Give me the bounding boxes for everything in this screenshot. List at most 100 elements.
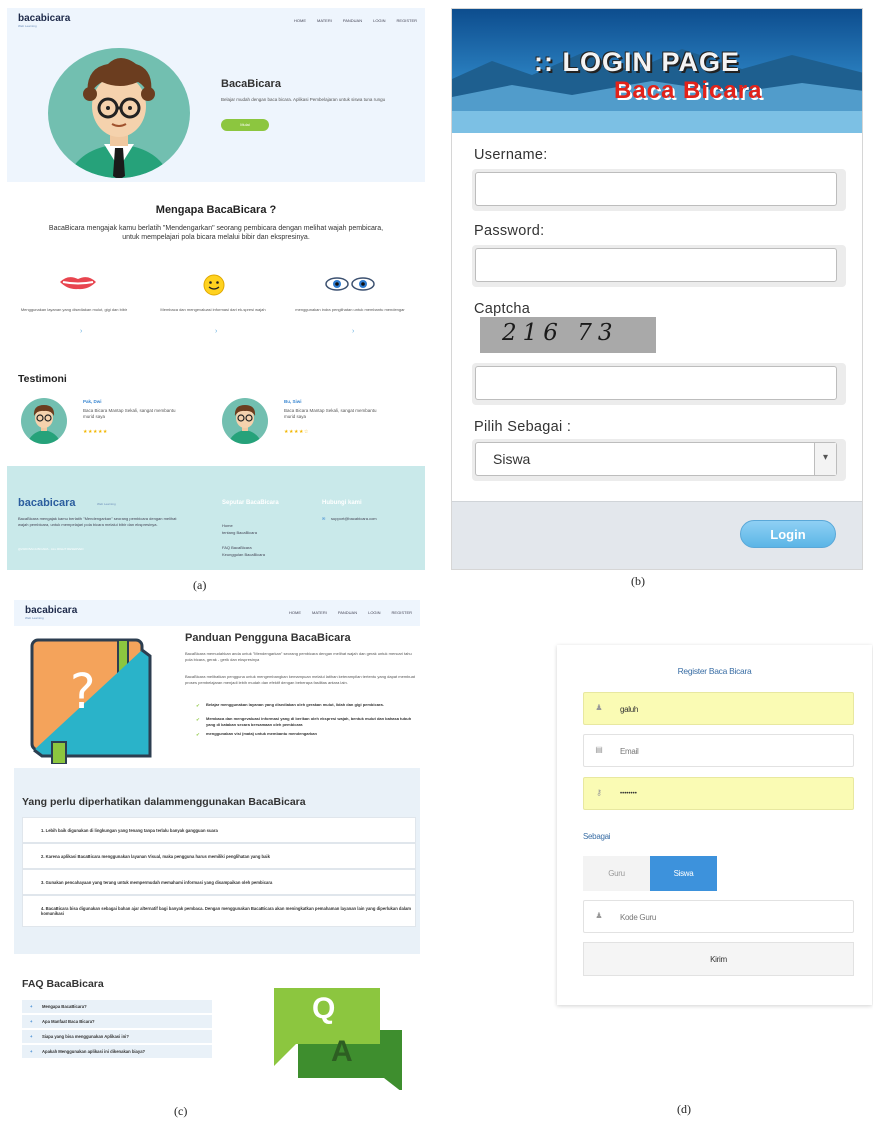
plus-icon: + bbox=[30, 1034, 33, 1039]
user-icon: ♟ bbox=[595, 911, 603, 920]
hero-title: BacaBicara bbox=[221, 78, 281, 90]
guide-nav-login[interactable]: LOGIN bbox=[368, 610, 380, 615]
key-icon: ⚷ bbox=[596, 788, 602, 797]
testimonial-text-1: Baca Bicara Mantap Sekali, sangat memban… bbox=[83, 408, 176, 419]
attention-item-2: 2. Karena aplikasi BacaBicara menggunaka… bbox=[22, 843, 416, 869]
check-icon-3: ✔ bbox=[196, 732, 200, 737]
guide-navbar: bacabicara Web Learning HOME MATERI PAND… bbox=[14, 600, 420, 626]
chevron-down-icon[interactable]: ▾ bbox=[814, 443, 836, 475]
login-page-screenshot: :: LOGIN PAGE Baca Bicara Username: Pass… bbox=[451, 8, 863, 570]
role-selected-value: Siswa bbox=[493, 451, 531, 467]
role-select[interactable]: Siswa ▾ bbox=[475, 442, 837, 476]
guide-nav-register[interactable]: REGISTER bbox=[392, 610, 412, 615]
testimonial-name-2: Bu, Siwi bbox=[284, 399, 302, 404]
faq-item-4[interactable]: + Apakah Menggunakan aplikasi ini dikenak… bbox=[22, 1045, 212, 1058]
nav-register[interactable]: REGISTER bbox=[397, 18, 417, 23]
password-label: Password: bbox=[474, 223, 545, 239]
guide-brand-logo[interactable]: bacabicara bbox=[25, 606, 77, 616]
guide-nav-links: HOME MATERI PANDUAN LOGIN REGISTER bbox=[289, 610, 412, 615]
faq-item-1[interactable]: + Mengapa BacaBicara? bbox=[22, 1000, 212, 1013]
captcha-input[interactable] bbox=[475, 366, 837, 400]
guide-page-screenshot: bacabicara Web Learning HOME MATERI PAND… bbox=[14, 600, 420, 1090]
faq-item-2[interactable]: + Apa Manfaat Baca Bicara? bbox=[22, 1015, 212, 1028]
footer-link-home[interactable]: Home bbox=[222, 523, 233, 528]
password-field[interactable]: ⚷ •••••••• bbox=[583, 777, 854, 810]
footer-email[interactable]: support@bacabicara.com bbox=[331, 516, 377, 521]
why-description-line2: untuk mempelajari pola bicara melalui bi… bbox=[122, 234, 310, 241]
register-form-screenshot: Register Baca Bicara ♟ galuh ▤ Email ⚷ •… bbox=[557, 645, 872, 1005]
testimonial-stars-1: ★★★★★ bbox=[83, 429, 108, 435]
testimonial-text-2: Baca Bicara Mantap Sekali, sangat memban… bbox=[284, 408, 377, 419]
caption-b: (b) bbox=[631, 574, 645, 588]
guide-nav-panduan[interactable]: PANDUAN bbox=[338, 610, 357, 615]
check-icon-1: ✔ bbox=[196, 703, 200, 708]
guide-check-1: Belajar menggunakan layanan yang disedia… bbox=[206, 702, 384, 707]
footer-link-about[interactable]: tentang BacaBicara bbox=[222, 530, 257, 535]
feature-link-2[interactable]: › bbox=[215, 328, 217, 335]
nav-home[interactable]: HOME bbox=[294, 18, 306, 23]
guide-nav-home[interactable]: HOME bbox=[289, 610, 301, 615]
role-option-guru[interactable]: Guru bbox=[583, 856, 650, 891]
attention-item-3: 3. Gunakan pencahayaan yang terang untuk… bbox=[22, 869, 416, 895]
guide-nav-materi[interactable]: MATERI bbox=[312, 610, 327, 615]
brand-tagline: Web Learning bbox=[18, 24, 37, 28]
nav-panduan[interactable]: PANDUAN bbox=[343, 18, 362, 23]
role-label: Pilih Sebagai : bbox=[474, 419, 572, 435]
faq-question-3: Siapa yang bisa menggunakan Aplikasi ini… bbox=[42, 1034, 129, 1039]
attention-title: Yang perlu diperhatikan dalammenggunakan… bbox=[22, 796, 306, 808]
feature-link-1[interactable]: › bbox=[80, 328, 82, 335]
eyes-icon bbox=[325, 277, 375, 291]
guide-paragraph-2: BacaBicara melibatkan pengguna untuk men… bbox=[185, 674, 415, 685]
teacher-code-field[interactable]: ♟ Kode Guru bbox=[583, 900, 854, 933]
footer-col1-title: Seputar BacaBicara bbox=[222, 500, 279, 506]
attention-item-4: 4. BacaBicara bisa digunakan sebagai bah… bbox=[22, 895, 416, 927]
submit-button[interactable]: Kirim bbox=[583, 942, 854, 976]
password-value: •••••••• bbox=[620, 791, 637, 797]
caption-c: (c) bbox=[174, 1104, 188, 1118]
envelope-icon: ▤ bbox=[595, 745, 603, 754]
mail-icon: ✉ bbox=[322, 516, 326, 521]
register-title: Register Baca Bicara bbox=[677, 666, 752, 676]
footer-tagline: Web Learning bbox=[97, 502, 116, 506]
nav-login[interactable]: LOGIN bbox=[373, 18, 385, 23]
footer-link-faq[interactable]: FAQ BacaBicara bbox=[222, 545, 252, 550]
why-title: Mengapa BacaBicara ? bbox=[155, 204, 277, 216]
captcha-image: 216 73 bbox=[480, 317, 656, 353]
banner-subtitle: Baca Bicara bbox=[614, 77, 763, 104]
guide-check-3: menggunakan visi (mata) untuk membantu m… bbox=[206, 731, 317, 736]
attention-item-1: 1. Lebih baik digunakan di lingkungan ya… bbox=[22, 817, 416, 843]
check-icon-2: ✔ bbox=[196, 717, 200, 722]
nav-materi[interactable]: MATERI bbox=[317, 18, 332, 23]
email-field[interactable]: ▤ Email bbox=[583, 734, 854, 767]
hero-section bbox=[7, 34, 425, 182]
plus-icon: + bbox=[30, 1019, 33, 1024]
username-input[interactable] bbox=[475, 172, 837, 206]
navbar: bacabicara Web Learning HOME MATERI PAND… bbox=[7, 8, 425, 34]
brand-logo[interactable]: bacabicara bbox=[18, 14, 70, 24]
site-footer: bacabicara Web Learning BacaBicara menga… bbox=[7, 466, 425, 570]
login-button[interactable]: Login bbox=[740, 520, 836, 548]
caption-d: (d) bbox=[677, 1102, 691, 1116]
guide-brand-tagline: Web Learning bbox=[25, 616, 44, 620]
faq-question-4: Apakah Menggunakan aplikasi ini dikenaka… bbox=[42, 1049, 146, 1054]
faq-question-1: Mengapa BacaBicara? bbox=[42, 1004, 87, 1009]
role-option-siswa[interactable]: Siswa bbox=[650, 856, 717, 891]
feature-link-3[interactable]: › bbox=[352, 328, 354, 335]
footer-description: BacaBicara mengajak kamu berlatih "Mende… bbox=[18, 516, 177, 527]
password-field-wrap bbox=[472, 245, 846, 287]
guide-check-2: Membaca dan mengevaluasi informasi yang … bbox=[206, 716, 412, 727]
caption-a: (a) bbox=[193, 578, 207, 592]
login-footer: Login bbox=[452, 501, 862, 569]
password-input[interactable] bbox=[475, 248, 837, 282]
feature-text-1: Menggunakan layanan yang disediakan mulu… bbox=[20, 307, 128, 312]
footer-link-keunggulan[interactable]: Keunggulan BacaBicara bbox=[222, 552, 266, 557]
name-field[interactable]: ♟ galuh bbox=[583, 692, 854, 725]
faq-item-3[interactable]: + Siapa yang bisa menggunakan Aplikasi in… bbox=[22, 1030, 212, 1043]
testimonial-avatar-1 bbox=[21, 398, 67, 444]
start-button[interactable]: Mulai bbox=[221, 119, 269, 131]
captcha-field-wrap bbox=[472, 363, 846, 405]
svg-text:?: ? bbox=[70, 664, 95, 720]
guide-title: Panduan Pengguna BacaBicara bbox=[185, 632, 351, 644]
testimonial-stars-2: ★★★★☆ bbox=[284, 429, 309, 435]
plus-icon: + bbox=[30, 1004, 33, 1009]
